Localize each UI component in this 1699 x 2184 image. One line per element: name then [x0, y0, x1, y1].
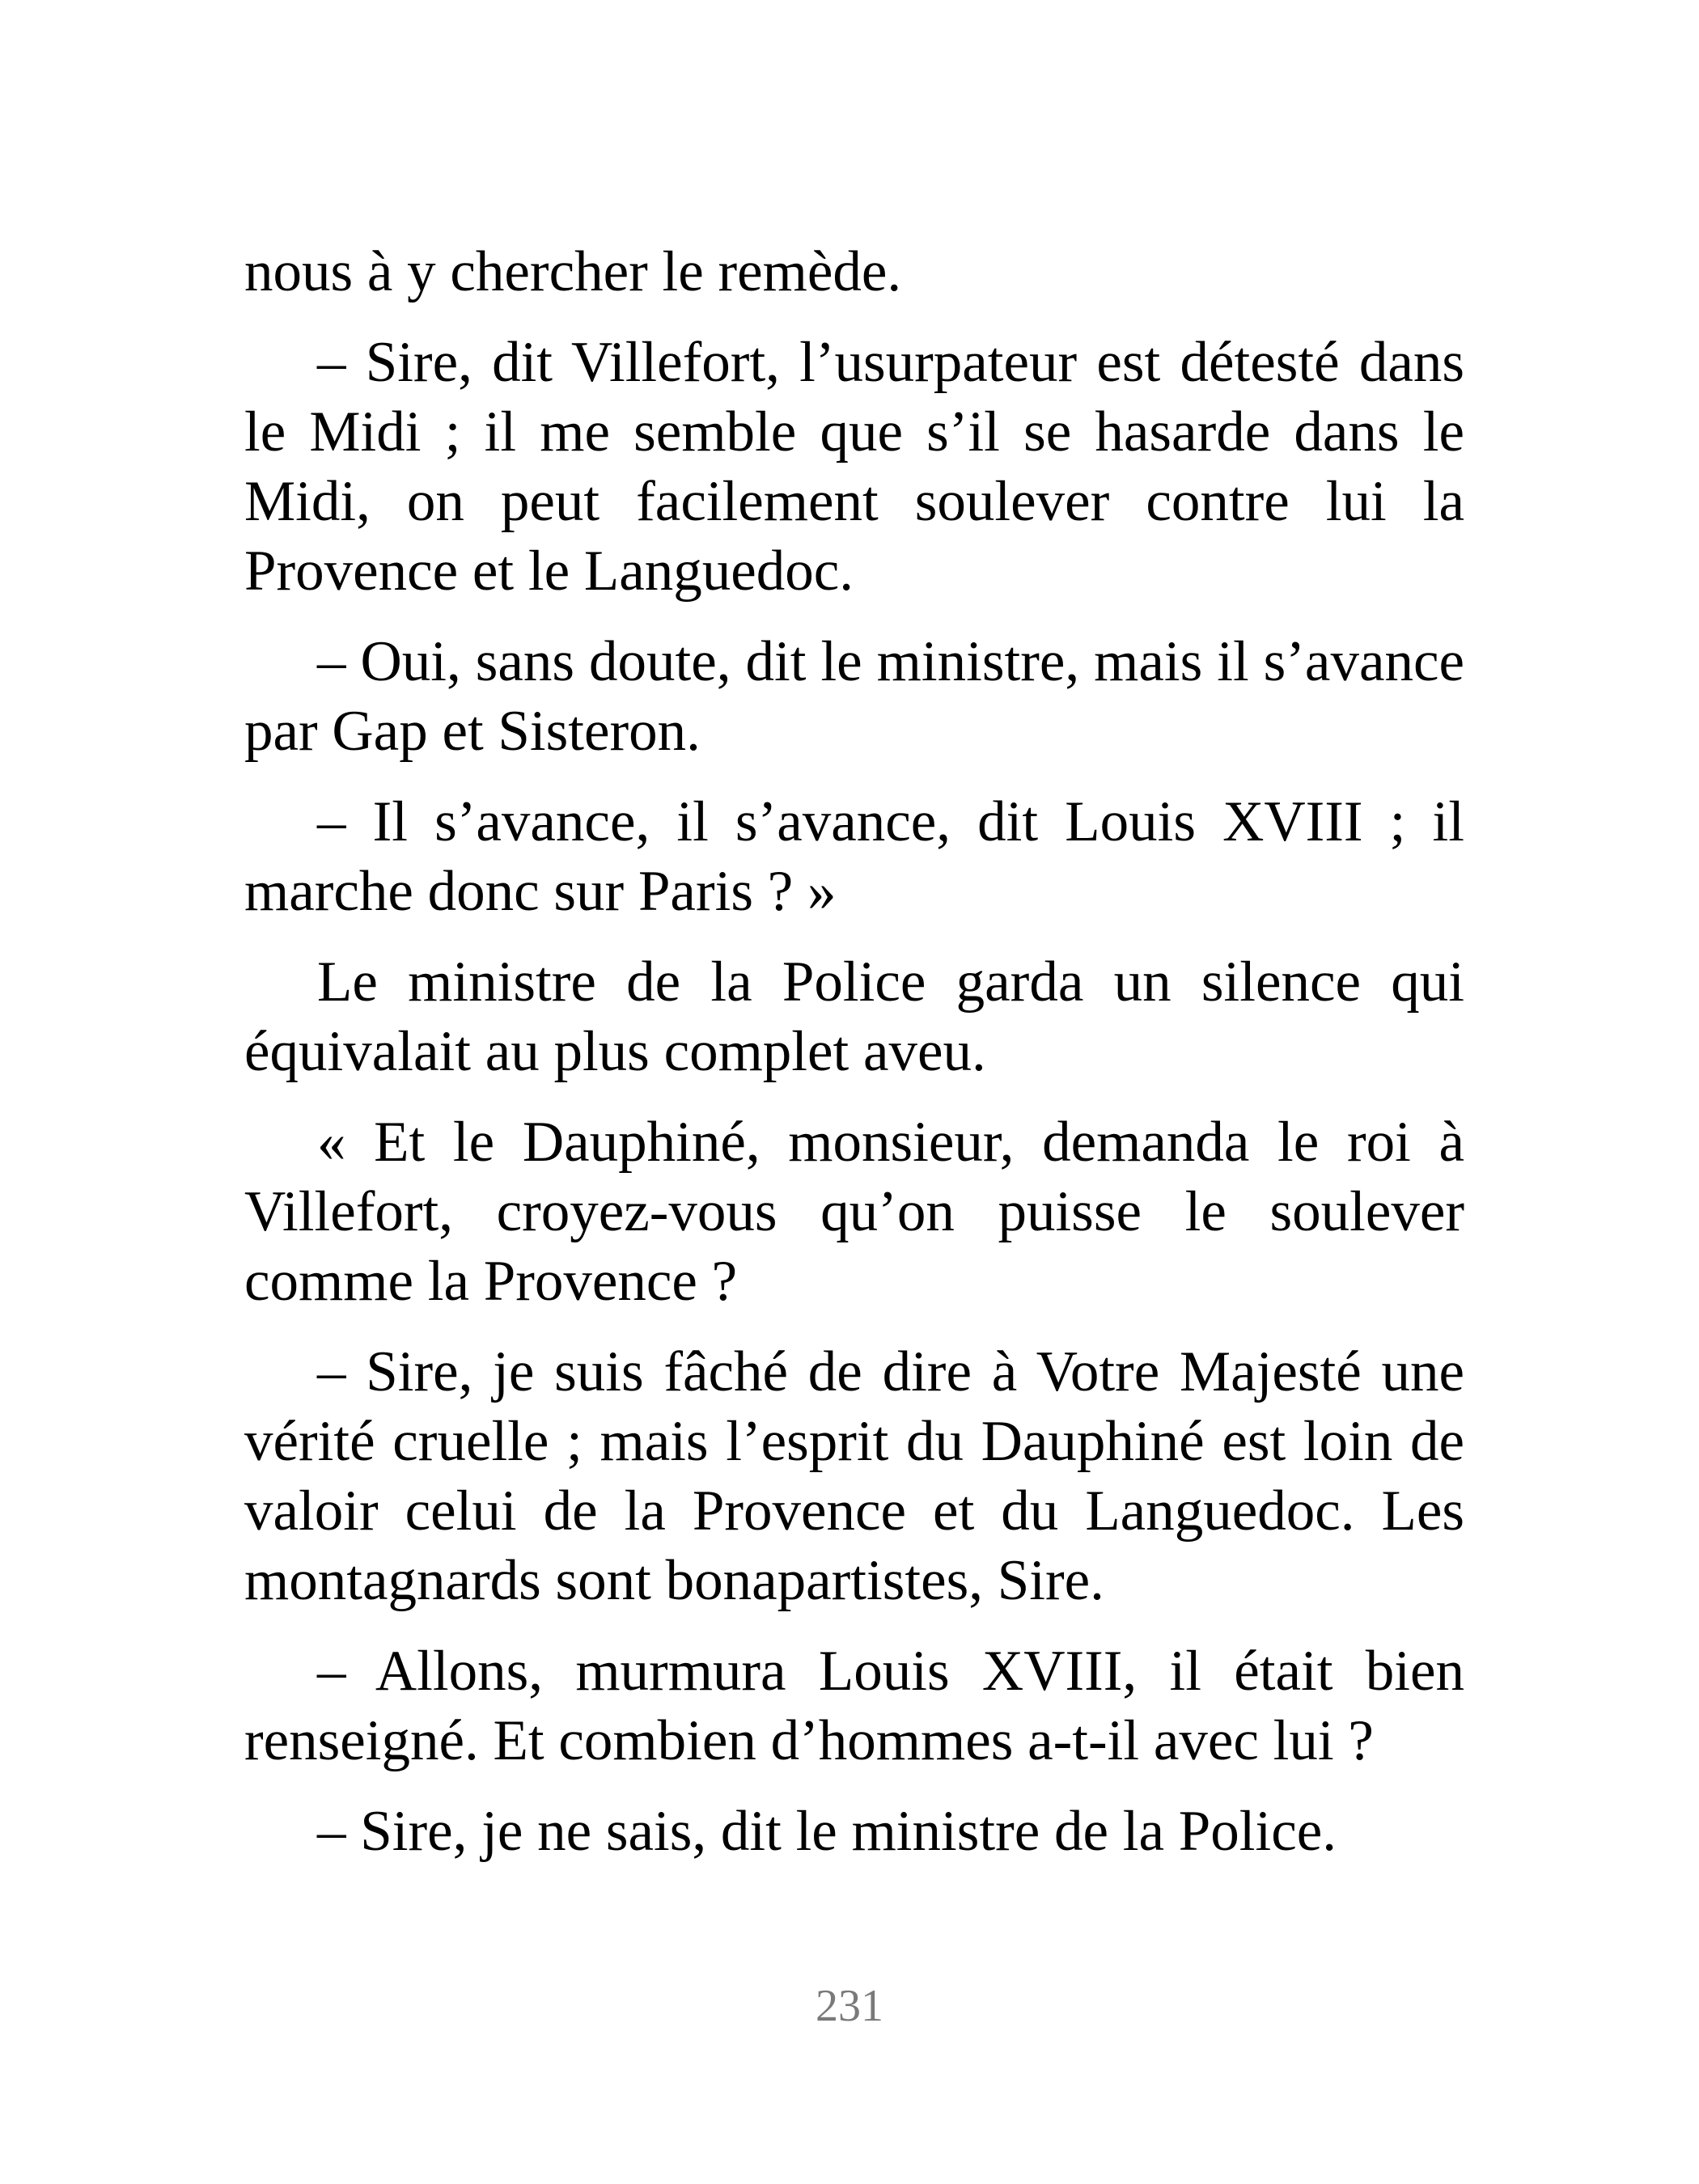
paragraph-king-question: « Et le Dauphiné, monsieur, demanda le r… [244, 1111, 1464, 1313]
paragraph-minister-answer: – Sire, je ne sais, dit le ministre de l… [317, 1800, 1337, 1863]
paragraph-villefort-reply: – Sire, dit Villefort, l’usurpateur est … [244, 331, 1464, 603]
paragraph-narration: Le ministre de la Police garda un silenc… [244, 950, 1464, 1083]
page-number: 231 [816, 1981, 883, 2031]
paragraph-continuation: nous à y chercher le remède. [244, 240, 902, 303]
paragraph-villefort-answer: – Sire, je suis fâché de dire à Votre Ma… [244, 1340, 1464, 1612]
page-body: nous à y chercher le remède. – Sire, dit… [244, 237, 1464, 1887]
paragraph-louis-question: – Il s’avance, il s’avance, dit Louis XV… [244, 790, 1464, 923]
paragraph-louis-murmur: – Allons, murmura Louis XVIII, il était … [244, 1640, 1464, 1772]
paragraph-minister-reply: – Oui, sans doute, dit le ministre, mais… [244, 630, 1464, 763]
